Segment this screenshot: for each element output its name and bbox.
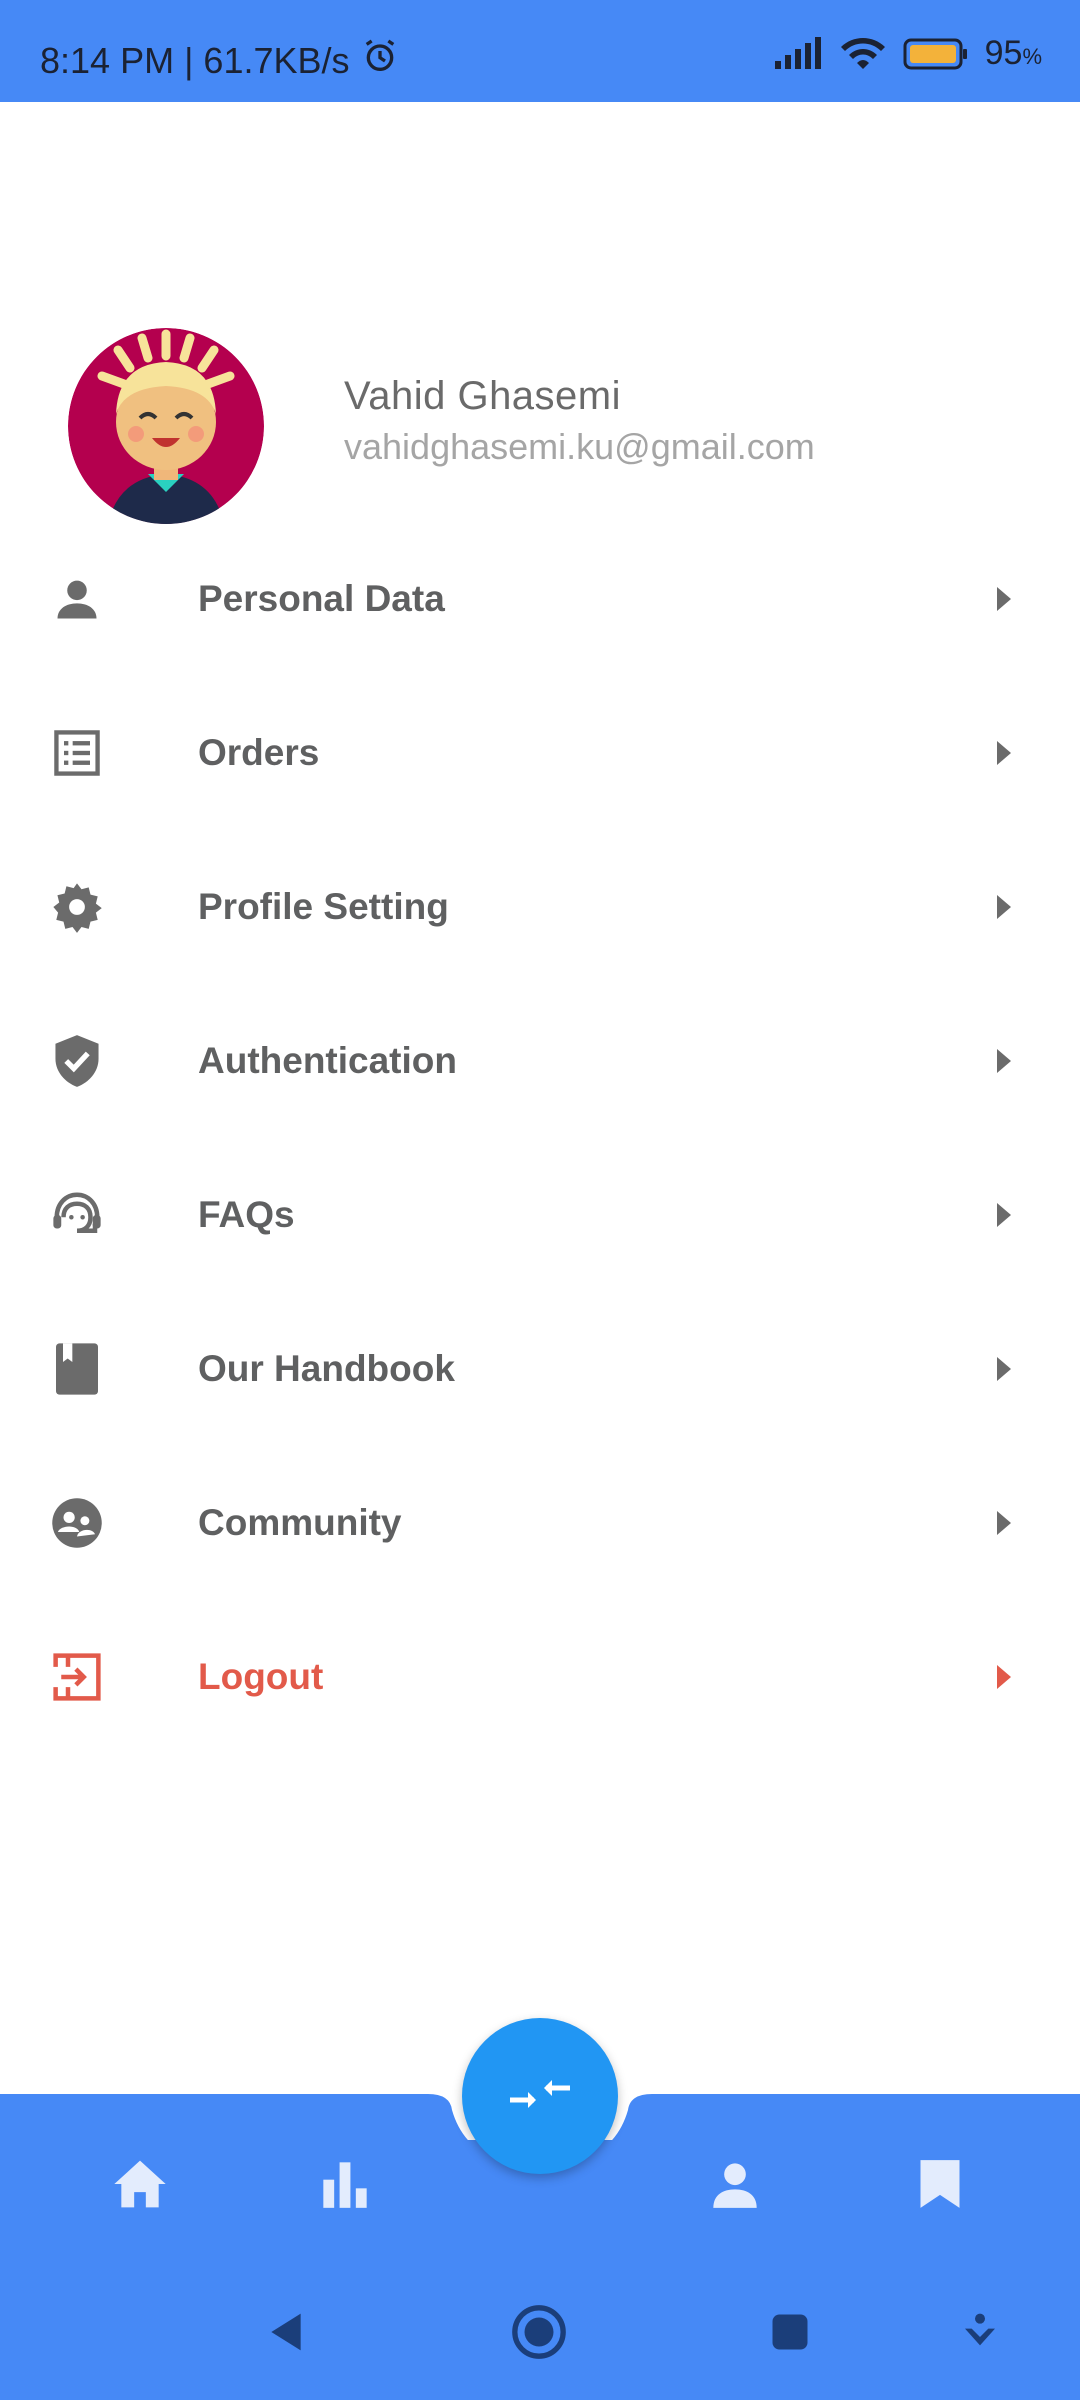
menu-item-label: Orders	[198, 732, 320, 773]
nav-stats[interactable]	[315, 2156, 375, 2216]
menu-item-label: Authentication	[198, 1040, 457, 1081]
menu-item-our-handbook[interactable]: Our Handbook	[0, 1292, 1080, 1446]
menu-item-label: Logout	[198, 1656, 324, 1697]
alarm-icon	[360, 36, 400, 85]
system-home[interactable]	[509, 2304, 569, 2364]
support-agent-icon	[50, 1188, 104, 1242]
person-icon	[50, 572, 104, 626]
avatar[interactable]	[68, 328, 264, 524]
chevron-right-icon	[994, 892, 1014, 922]
menu-item-label: Community	[198, 1502, 402, 1543]
swap-icon	[508, 2074, 572, 2119]
home-circle-icon	[510, 2303, 568, 2366]
chevron-right-icon	[994, 738, 1014, 768]
system-back[interactable]	[256, 2304, 316, 2364]
menu-item-label: Our Handbook	[198, 1348, 455, 1389]
bar-chart-icon	[319, 2158, 371, 2215]
menu-item-orders[interactable]: Orders	[0, 676, 1080, 830]
home-icon	[112, 2158, 168, 2215]
chevron-right-icon	[994, 1046, 1014, 1076]
chevron-right-icon	[994, 1508, 1014, 1538]
chevron-right-icon	[994, 1354, 1014, 1384]
back-triangle-icon	[264, 2310, 308, 2359]
user-name: Vahid Ghasemi	[344, 374, 622, 418]
menu-item-personal-data[interactable]: Personal Data	[0, 522, 1080, 676]
signal-icon	[773, 36, 823, 71]
shield-check-icon	[50, 1034, 104, 1088]
book-icon	[50, 1342, 104, 1396]
status-left: 8:14 PM | 61.7KB/s	[40, 36, 400, 85]
menu-item-label: Personal Data	[198, 578, 445, 619]
status-bar: 8:14 PM | 61.7KB/s 95%	[0, 0, 1080, 102]
download-arrow-icon	[960, 2312, 1000, 2357]
battery-level: 95%	[984, 34, 1042, 72]
profile-header: Vahid Ghasemi vahidghasemi.ku@gmail.com	[0, 320, 1080, 540]
status-time-speed: 8:14 PM | 61.7KB/s	[40, 39, 350, 81]
nav-home[interactable]	[110, 2156, 170, 2216]
chevron-right-icon	[994, 1200, 1014, 1230]
profile-menu: Personal Data Orders Profile Setting Aut…	[0, 522, 1080, 1754]
menu-item-label: FAQs	[198, 1194, 295, 1235]
battery-icon	[903, 37, 969, 71]
swap-button[interactable]	[462, 2018, 618, 2174]
status-right: 95%	[773, 34, 1042, 73]
chevron-right-icon	[994, 584, 1014, 614]
menu-item-community[interactable]: Community	[0, 1446, 1080, 1600]
menu-item-faqs[interactable]: FAQs	[0, 1138, 1080, 1292]
nav-bookmarks[interactable]	[910, 2156, 970, 2216]
chevron-right-icon	[994, 1662, 1014, 1692]
menu-item-label: Profile Setting	[198, 886, 449, 927]
nav-profile[interactable]	[705, 2156, 765, 2216]
user-email: vahidghasemi.ku@gmail.com	[344, 426, 815, 467]
list-icon	[50, 726, 104, 780]
logout-icon	[50, 1650, 104, 1704]
menu-item-authentication[interactable]: Authentication	[0, 984, 1080, 1138]
recents-square-icon	[769, 2311, 811, 2358]
menu-item-profile-setting[interactable]: Profile Setting	[0, 830, 1080, 984]
bookmark-icon	[918, 2158, 962, 2215]
wifi-icon	[839, 35, 887, 73]
gear-icon	[50, 880, 104, 934]
menu-item-logout[interactable]: Logout	[0, 1600, 1080, 1754]
system-recents[interactable]	[760, 2304, 820, 2364]
person-icon	[709, 2158, 761, 2215]
system-assistant[interactable]	[950, 2304, 1010, 2364]
community-icon	[50, 1496, 104, 1550]
